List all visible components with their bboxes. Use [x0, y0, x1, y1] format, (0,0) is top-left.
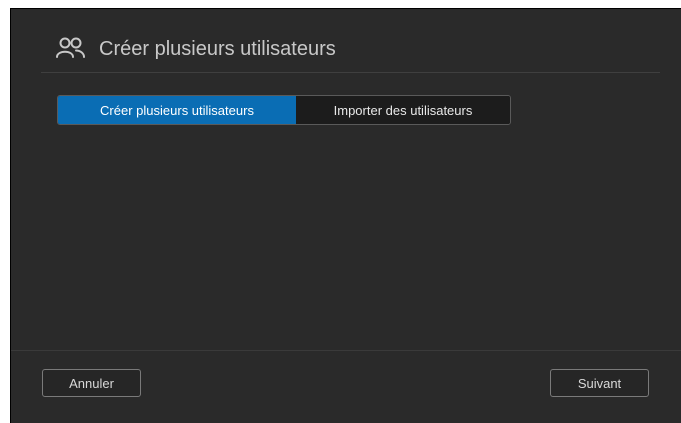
dialog-title: Créer plusieurs utilisateurs: [99, 38, 336, 60]
header-divider: [41, 72, 660, 73]
tab-create-multiple-users[interactable]: Créer plusieurs utilisateurs: [58, 96, 296, 124]
cancel-button[interactable]: Annuler: [42, 369, 141, 397]
tab-bar: Créer plusieurs utilisateurs Importer de…: [57, 95, 511, 125]
tab-import-users[interactable]: Importer des utilisateurs: [296, 96, 510, 124]
users-icon: [55, 37, 89, 59]
footer-divider: [11, 350, 681, 351]
create-users-dialog: Créer plusieurs utilisateurs Créer plusi…: [10, 8, 681, 423]
next-button[interactable]: Suivant: [550, 369, 649, 397]
dialog-header: Créer plusieurs utilisateurs: [11, 9, 681, 73]
